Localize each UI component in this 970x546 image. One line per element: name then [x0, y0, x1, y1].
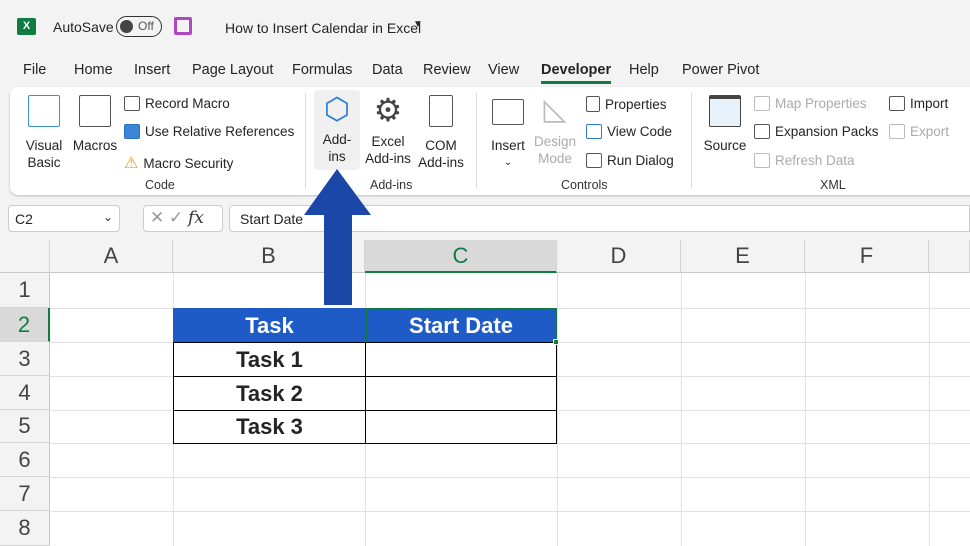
- arrow-shape: [304, 169, 371, 305]
- chevron-down-icon: ⌄: [102, 210, 113, 224]
- chevron-down-icon[interactable]: ▼: [413, 19, 423, 30]
- tab-review[interactable]: Review: [423, 62, 471, 78]
- tab-power-pivot[interactable]: Power Pivot: [682, 62, 759, 78]
- tab-formulas[interactable]: Formulas: [292, 62, 352, 78]
- tab-home[interactable]: Home: [74, 62, 113, 78]
- toolbox-icon: [492, 99, 524, 125]
- tab-developer[interactable]: Developer: [541, 62, 612, 84]
- com-add-ins-icon: [429, 95, 453, 127]
- group-label-controls: Controls: [561, 178, 608, 192]
- gear-icon: ⚙: [373, 92, 403, 128]
- tab-help[interactable]: Help: [629, 62, 659, 78]
- record-macro-button[interactable]: Record Macro: [124, 96, 230, 111]
- tab-view[interactable]: View: [488, 62, 519, 78]
- properties-icon: [586, 96, 600, 112]
- expansion-packs-button[interactable]: Expansion Packs: [754, 124, 879, 139]
- autosave-label: AutoSave: [53, 19, 114, 35]
- excel-add-ins-button[interactable]: ⚙ Excel Add-ins: [363, 93, 413, 167]
- row-header-6[interactable]: 6: [0, 443, 50, 477]
- tab-insert[interactable]: Insert: [134, 62, 170, 78]
- tab-file[interactable]: File: [23, 62, 46, 78]
- macros-icon: [79, 95, 111, 127]
- export-icon: [889, 124, 905, 139]
- group-label-add-ins: Add-ins: [370, 178, 413, 192]
- spreadsheet-grid[interactable]: A B C D E F 1 2 3 4 5 6 7 8 Task Start D…: [0, 240, 970, 546]
- refresh-data-button[interactable]: Refresh Data: [754, 153, 855, 168]
- ribbon: Visual Basic Macros Record Macro Use Rela…: [10, 87, 970, 195]
- name-box[interactable]: C2 ⌄: [8, 205, 120, 232]
- add-ins-icon: ⬡: [323, 93, 351, 126]
- column-header-g[interactable]: [929, 240, 970, 273]
- view-code-icon: [586, 124, 602, 139]
- map-properties-button[interactable]: Map Properties: [754, 96, 867, 111]
- properties-button[interactable]: Properties: [586, 96, 667, 112]
- column-header-f[interactable]: F: [805, 240, 929, 273]
- cell-c4[interactable]: [365, 376, 557, 411]
- cell-c5[interactable]: [365, 410, 557, 444]
- expansion-packs-icon: [754, 124, 770, 139]
- column-header-d[interactable]: D: [557, 240, 681, 273]
- header-cell-task[interactable]: Task: [173, 308, 366, 343]
- excel-icon: X: [17, 18, 36, 35]
- formula-bar: C2 ⌄ ✕ ✓ fx Start Date: [0, 205, 970, 233]
- row-header-2[interactable]: 2: [0, 308, 50, 342]
- fill-handle[interactable]: [553, 339, 559, 345]
- macros-button[interactable]: Macros: [72, 93, 118, 154]
- tab-data[interactable]: Data: [372, 62, 403, 78]
- column-header-a[interactable]: A: [50, 240, 173, 273]
- cancel-icon[interactable]: ✕: [150, 208, 164, 227]
- cell-c3[interactable]: [365, 342, 557, 377]
- run-dialog-button[interactable]: Run Dialog: [586, 153, 674, 168]
- enter-icon[interactable]: ✓: [169, 208, 183, 227]
- row-header-1[interactable]: 1: [0, 273, 50, 308]
- cell-b3[interactable]: Task 1: [173, 342, 366, 377]
- import-button[interactable]: Import: [889, 96, 948, 111]
- warning-icon: ⚠: [124, 155, 139, 172]
- export-button[interactable]: Export: [889, 124, 949, 139]
- header-cell-start-date[interactable]: Start Date: [365, 308, 557, 343]
- design-mode-icon: ◺: [543, 93, 567, 126]
- cell-b4[interactable]: Task 2: [173, 376, 366, 411]
- autosave-toggle[interactable]: Off: [116, 16, 162, 37]
- column-header-c[interactable]: C: [365, 240, 557, 273]
- cell-b5[interactable]: Task 3: [173, 410, 366, 444]
- tab-page-layout[interactable]: Page Layout: [192, 62, 273, 78]
- view-code-button[interactable]: View Code: [586, 124, 672, 139]
- visual-basic-button[interactable]: Visual Basic: [24, 93, 64, 171]
- add-ins-button[interactable]: ⬡ Add-ins: [314, 90, 360, 170]
- run-dialog-icon: [586, 153, 602, 168]
- record-macro-icon: [124, 96, 140, 111]
- row-header-7[interactable]: 7: [0, 477, 50, 511]
- import-icon: [889, 96, 905, 111]
- row-header-8[interactable]: 8: [0, 511, 50, 546]
- column-header-e[interactable]: E: [681, 240, 805, 273]
- title-bar: X AutoSave Off How to Insert Calendar in…: [0, 0, 970, 54]
- row-header-4[interactable]: 4: [0, 376, 50, 410]
- source-button[interactable]: Source: [702, 93, 748, 154]
- design-mode-button[interactable]: ◺ Design Mode: [532, 93, 578, 167]
- arrow-up-icon: [304, 169, 371, 305]
- document-title[interactable]: How to Insert Calendar in Excel: [225, 20, 421, 36]
- com-add-ins-button[interactable]: COM Add-ins: [416, 93, 466, 171]
- chevron-down-icon: ⌄: [503, 157, 513, 168]
- macro-security-button[interactable]: ⚠ Macro Security: [124, 153, 233, 173]
- source-icon: [709, 95, 741, 127]
- visual-basic-icon: [28, 95, 60, 127]
- save-icon[interactable]: [174, 17, 192, 35]
- row-header-3[interactable]: 3: [0, 342, 50, 376]
- table-icon: [124, 124, 140, 139]
- row-header-5[interactable]: 5: [0, 410, 50, 443]
- map-properties-icon: [754, 96, 770, 111]
- group-label-xml: XML: [820, 178, 846, 192]
- group-label-code: Code: [145, 178, 175, 192]
- refresh-data-icon: [754, 153, 770, 168]
- insert-function-icon[interactable]: fx: [188, 208, 204, 228]
- insert-control-button[interactable]: Insert ⌄: [488, 93, 528, 171]
- use-relative-references-button[interactable]: Use Relative References: [124, 124, 294, 139]
